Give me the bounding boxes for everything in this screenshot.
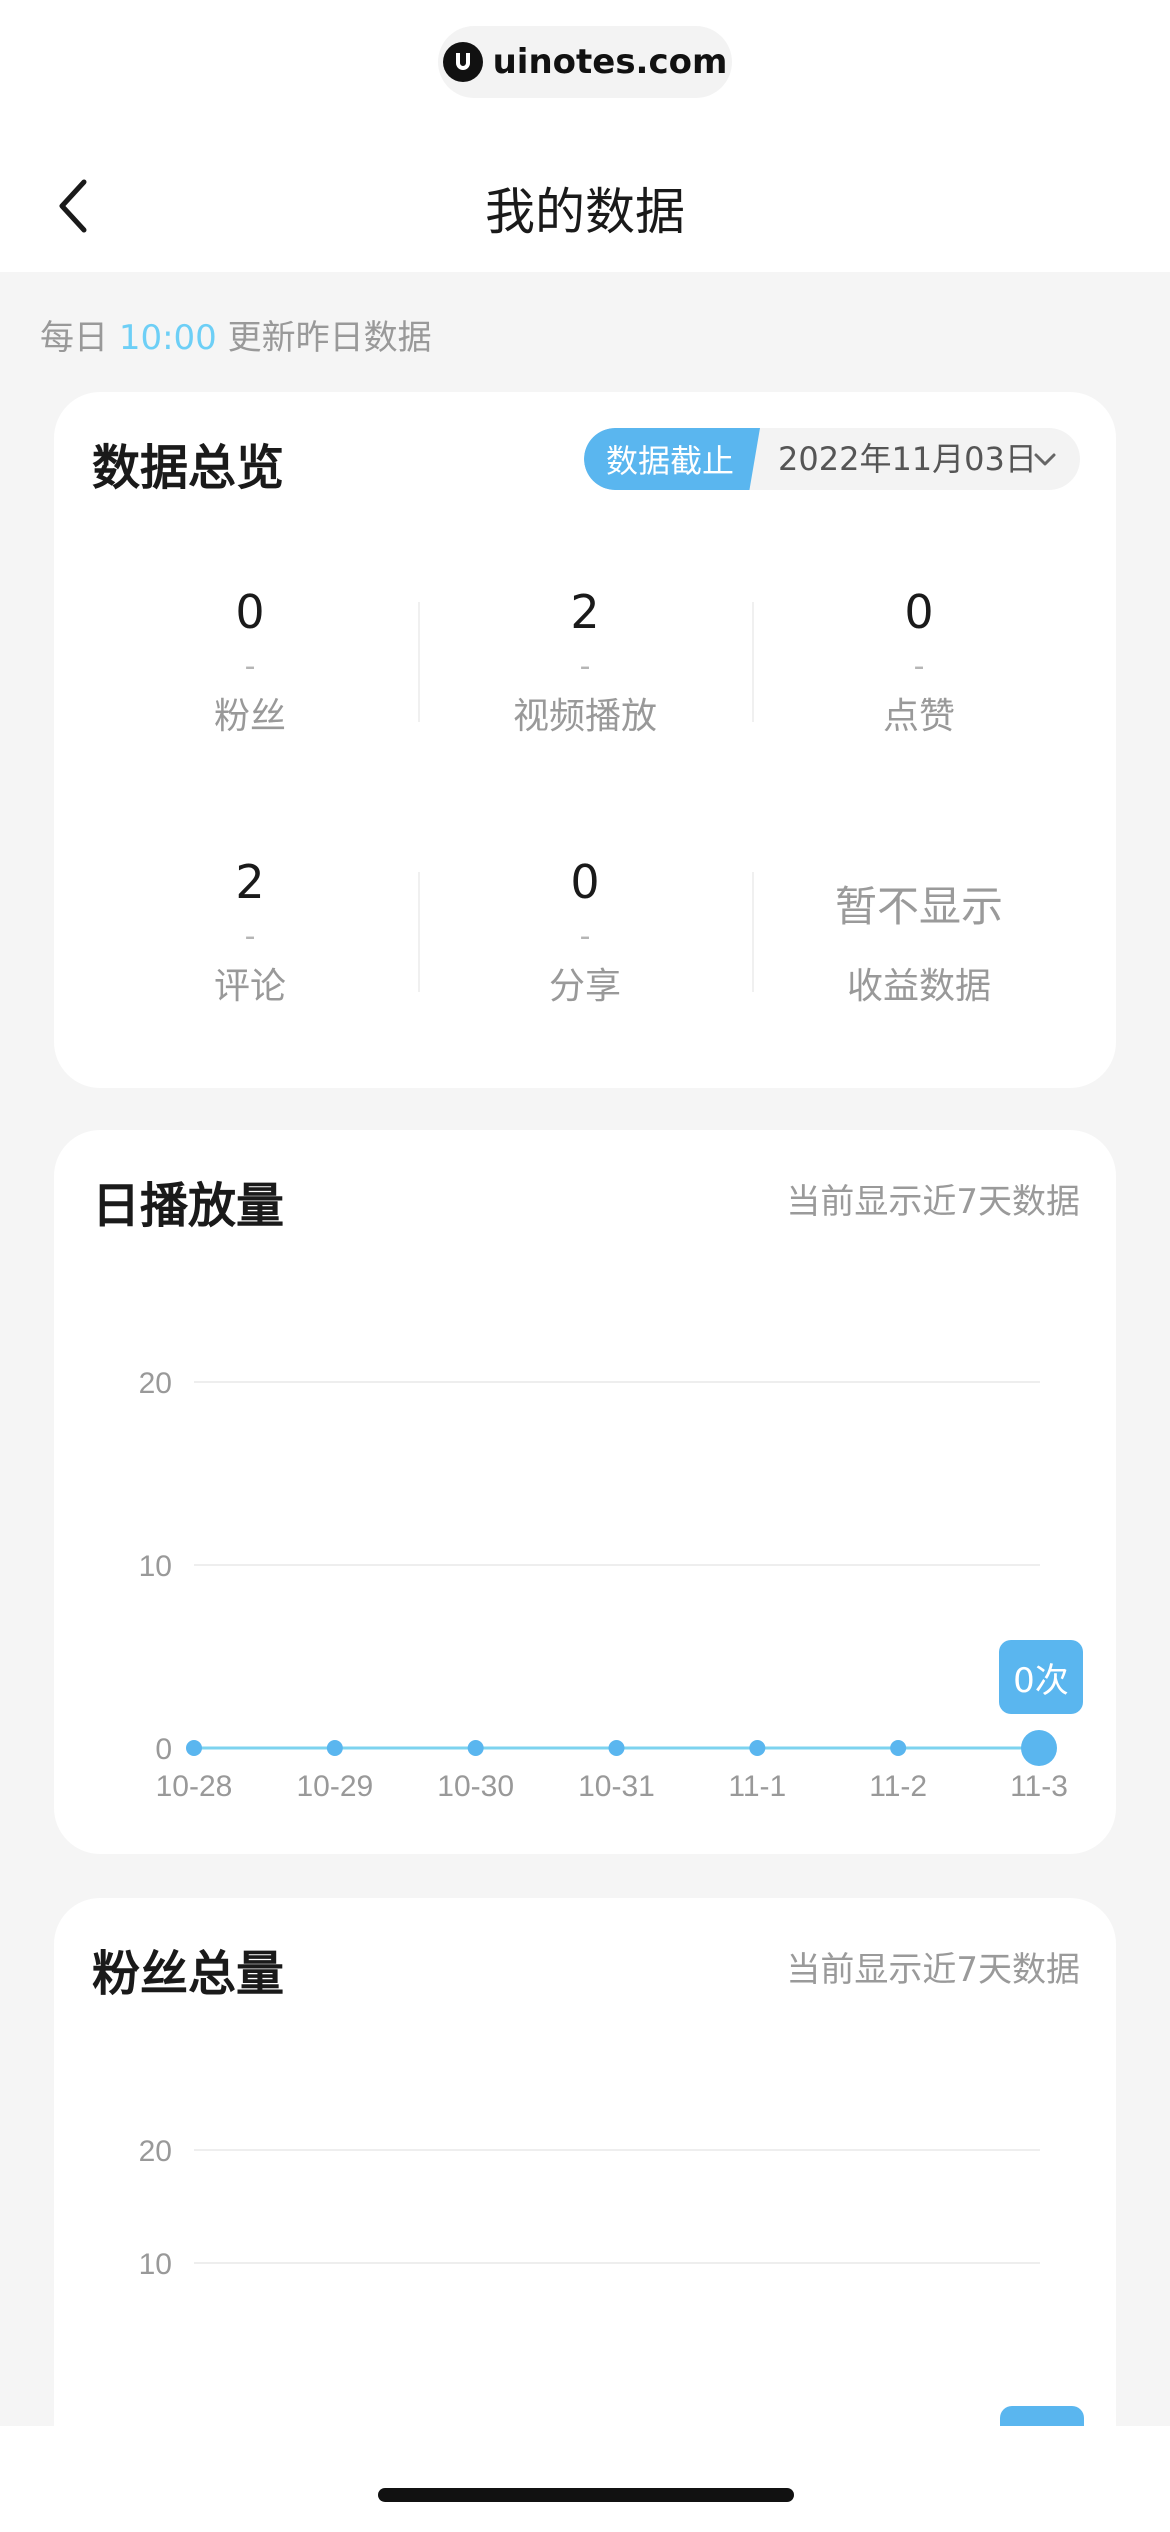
y-tick-label: 10 [139,1550,172,1583]
home-indicator [378,2488,794,2502]
stat-likes[interactable]: 0 - 点赞 [752,582,1086,742]
top-bar: uinotes.com 我的数据 [0,0,1170,272]
watermark-text: uinotes.com [492,42,728,82]
data-point [326,1740,343,1756]
y-tick-label: 10 [139,2248,172,2281]
y-tick-label: 0 [155,1733,172,1766]
stat-video-plays[interactable]: 2 - 视频播放 [418,582,752,742]
data-point [749,1740,766,1756]
date-selector[interactable]: 数据截止 2022年11月03日 [584,428,1080,490]
stat-label: 评论 [213,966,286,1007]
stat-value-hidden: 暂不显示 [834,882,1003,931]
stat-comments[interactable]: 2 - 评论 [83,852,417,1012]
stat-change: - [913,649,925,684]
overview-card: 数据总览 数据截止 2022年11月03日 0 - 粉丝 2 - 视频播放 0 … [54,392,1116,1088]
stat-followers[interactable]: 0 - 粉丝 [83,582,417,742]
uinotes-logo-icon [442,42,483,82]
chart-tooltip: 0次 [999,1640,1083,1714]
stat-change: - [579,919,591,954]
x-tick-label: 11-1 [728,1770,786,1803]
stat-label: 分享 [548,966,621,1007]
update-note: 每日 10:00 更新昨日数据 [40,310,432,359]
page-title: 我的数据 [485,183,685,241]
stat-label: 收益数据 [846,966,991,1007]
stat-label: 点赞 [882,696,955,737]
overview-title: 数据总览 [92,440,285,496]
stat-shares[interactable]: 0 - 分享 [418,852,752,1012]
daily-plays-card: 日播放量 当前显示近7天数据 0 10 20 10-28 10-29 10-30 10-31… [54,1130,1116,1854]
stat-value: 0 [570,855,600,909]
daily-plays-chart: 0 10 20 10-28 10-29 10-30 10-31 11-1 11-2 11-3 [139,1367,1068,1803]
data-point [1021,1730,1057,1766]
x-tick-label: 10-28 [156,1770,233,1803]
stat-change: - [244,649,256,684]
stat-earnings[interactable]: 暂不显示 收益数据 [752,852,1086,1012]
x-tick-label: 10-29 [296,1770,373,1803]
bottom-safe-area [0,2426,1170,2532]
chevron-down-icon [1034,453,1056,466]
y-tick-label: 20 [139,1367,172,1400]
stat-value: 2 [570,585,600,639]
cutoff-date: 2022年11月03日 [778,440,1037,478]
stat-change: - [579,649,591,684]
update-note-suffix: 更新昨日数据 [227,318,432,358]
update-note-prefix: 每日 [40,318,108,358]
stat-label: 视频播放 [512,696,657,737]
data-point [467,1740,484,1756]
cutoff-tag: 数据截止 [584,428,760,490]
y-tick-label: 20 [139,2135,172,2168]
x-tick-label: 11-3 [1010,1770,1068,1803]
x-tick-label: 10-31 [578,1770,655,1803]
stat-value: 0 [235,585,265,639]
stat-label: 粉丝 [213,696,286,737]
x-tick-label: 11-2 [869,1770,927,1803]
stat-value: 0 [904,585,934,639]
watermark: uinotes.com [438,26,732,98]
stat-value: 2 [235,855,265,909]
data-point [608,1740,625,1756]
stat-change: - [244,919,256,954]
data-point [186,1740,202,1756]
x-tick-label: 10-30 [437,1770,514,1803]
data-point [890,1740,907,1756]
update-note-time: 10:00 [118,318,217,358]
